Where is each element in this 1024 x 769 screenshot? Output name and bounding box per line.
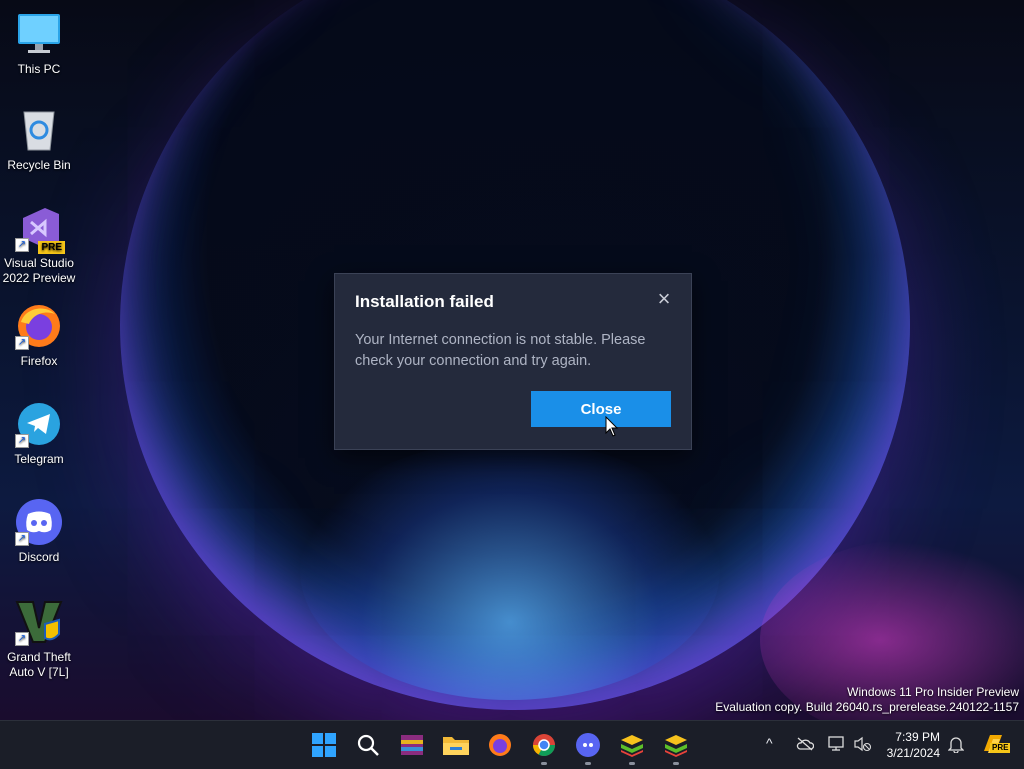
shortcut-arrow-icon: ↗: [15, 434, 29, 448]
onedrive-offline-icon[interactable]: [796, 737, 815, 754]
telegram-icon: ↗: [15, 400, 63, 448]
shortcut-arrow-icon: ↗: [15, 632, 29, 646]
pre-badge: PRE: [990, 743, 1011, 753]
taskbar-winrar[interactable]: [396, 729, 428, 761]
dialog-title: Installation failed: [355, 292, 494, 311]
gta-v-icon: ↗: [15, 598, 63, 646]
clock-time: 7:39 PM: [895, 730, 940, 744]
bluestacks-icon: [621, 735, 643, 757]
desktop-icon-telegram[interactable]: ↗ Telegram: [2, 400, 76, 467]
taskbar: ^ 7:39 PM 3/21/2024 PRE: [0, 720, 1024, 769]
desktop-icon-label: Telegram: [14, 452, 64, 466]
desktop-icon-recycle-bin[interactable]: Recycle Bin: [2, 106, 76, 173]
firefox-icon: [489, 734, 511, 756]
desktop-icon-visual-studio[interactable]: ↗ PRE Visual Studio 2022 Preview: [2, 204, 76, 286]
desktop-icon-this-pc[interactable]: This PC: [2, 10, 76, 77]
file-explorer-icon: [443, 737, 469, 755]
taskbar-chrome[interactable]: [528, 729, 560, 765]
running-indicator: [585, 762, 591, 765]
desktop-icon-firefox[interactable]: ↗ Firefox: [2, 302, 76, 369]
notification-bell-icon[interactable]: [947, 735, 965, 756]
monitor-icon: [15, 10, 63, 58]
desktop-icon-label: Firefox: [20, 354, 58, 368]
close-button[interactable]: Close: [531, 391, 671, 427]
desktop-icon-gta5[interactable]: ↗ Grand Theft Auto V [7L]: [2, 598, 76, 680]
evaluation-watermark: Windows 11 Pro Insider Preview Evaluatio…: [715, 685, 1019, 715]
search-button[interactable]: [352, 729, 384, 761]
visual-studio-icon: ↗ PRE: [15, 204, 65, 254]
firefox-icon: ↗: [15, 302, 63, 350]
running-indicator: [673, 762, 679, 765]
dialog-message: Your Internet connection is not stable. …: [355, 332, 646, 369]
clock-date: 3/21/2024: [886, 746, 940, 760]
desktop-icon-discord[interactable]: ↗ Discord: [2, 498, 76, 565]
watermark-line2: Evaluation copy. Build 26040.rs_prerelea…: [715, 700, 1019, 714]
shortcut-arrow-icon: ↗: [15, 238, 29, 252]
running-indicator: [629, 762, 635, 765]
show-hidden-icons-chevron-icon[interactable]: ^: [766, 735, 773, 751]
discord-icon: [576, 733, 600, 757]
installation-failed-dialog: Installation failed × Your Internet conn…: [334, 273, 692, 450]
desktop-icon-label: Visual Studio 2022 Preview: [2, 256, 76, 285]
copilot-icon[interactable]: PRE: [980, 731, 1011, 760]
watermark-line1: Windows 11 Pro Insider Preview: [847, 685, 1019, 699]
recycle-bin-icon: [15, 106, 63, 154]
start-button[interactable]: [308, 729, 340, 761]
search-icon: [357, 734, 379, 756]
wallpaper-glow: [300, 440, 720, 700]
taskbar-bluestacks-1[interactable]: [616, 729, 648, 765]
shortcut-arrow-icon: ↗: [15, 532, 29, 546]
taskbar-file-explorer[interactable]: [440, 729, 472, 761]
mouse-cursor-icon: [605, 416, 619, 437]
pre-badge: PRE: [38, 241, 65, 254]
taskbar-firefox[interactable]: [484, 729, 516, 761]
network-icon[interactable]: [828, 736, 846, 755]
running-indicator: [541, 762, 547, 765]
winrar-icon: [401, 735, 423, 755]
desktop-icon-label: Grand Theft Auto V [7L]: [7, 650, 71, 679]
taskbar-discord[interactable]: [572, 729, 604, 765]
desktop-icon-label: Recycle Bin: [7, 158, 71, 172]
desktop-icon-label: This PC: [17, 62, 61, 76]
chrome-icon: [533, 734, 555, 756]
close-icon[interactable]: ×: [653, 288, 675, 310]
volume-muted-icon[interactable]: [854, 736, 872, 755]
taskbar-clock[interactable]: 7:39 PM 3/21/2024: [887, 729, 940, 761]
shortcut-arrow-icon: ↗: [15, 336, 29, 350]
discord-icon: ↗: [15, 498, 63, 546]
bluestacks-icon: [665, 735, 687, 757]
desktop-icon-label: Discord: [18, 550, 60, 564]
start-icon: [312, 733, 336, 757]
taskbar-bluestacks-2[interactable]: [660, 729, 692, 765]
